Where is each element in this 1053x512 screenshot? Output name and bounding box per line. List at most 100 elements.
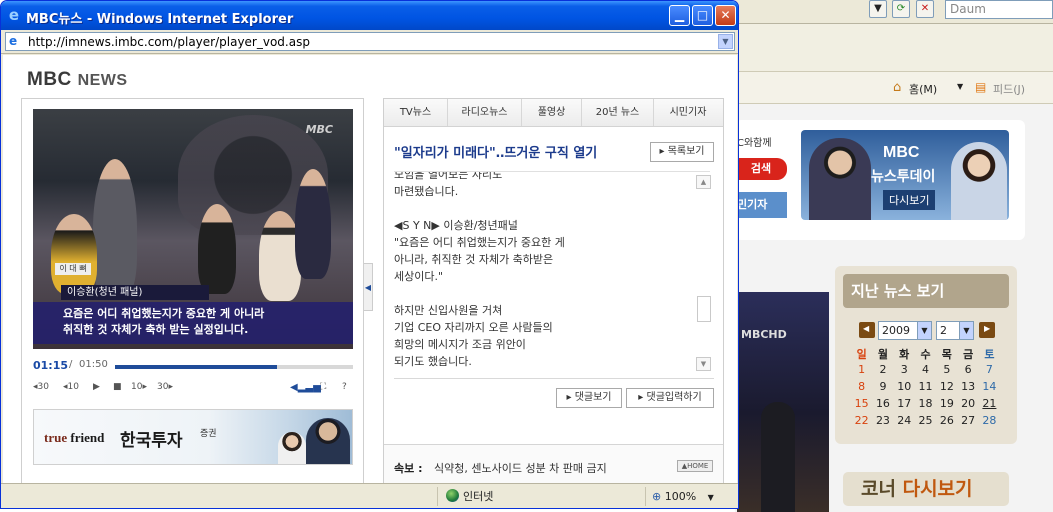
zoom-level: 100% [664, 490, 697, 503]
zoom-icon: ⊕ [652, 490, 662, 503]
calendar-day[interactable]: 23 [872, 414, 893, 431]
stop-icon[interactable]: ✕ [916, 0, 934, 18]
corner-replay-banner[interactable]: 코너 다시보기 [843, 472, 1009, 506]
banner-replay-button[interactable]: 다시보기 [883, 190, 936, 210]
home-icon[interactable]: ⌂ [893, 80, 901, 95]
calendar-day-selected[interactable]: 21 [979, 397, 1000, 414]
chevron-down-icon[interactable]: ▼ [957, 82, 963, 91]
tab-full-video[interactable]: 풀영상 [522, 99, 582, 126]
tab-citizen-reporter[interactable]: 시민기자 [654, 99, 722, 126]
calendar-day[interactable]: 18 [915, 397, 936, 414]
scroll-thumb[interactable] [697, 296, 711, 322]
security-zone[interactable]: 인터넷 [437, 487, 643, 506]
calendar-day[interactable]: 17 [894, 397, 915, 414]
write-comment-button[interactable]: ▸ 댓글입력하기 [626, 388, 714, 408]
scroll-up-icon[interactable]: ▲ [696, 175, 711, 189]
scroll-down-icon[interactable]: ▼ [696, 357, 711, 371]
calendar-day[interactable]: 19 [936, 397, 957, 414]
home-button[interactable]: ▲HOME [677, 460, 713, 472]
tab-20-years-news[interactable]: 20년 뉴스 [582, 99, 654, 126]
next-month-button[interactable]: ▶ [979, 322, 995, 338]
minimize-icon: ▁ [674, 8, 685, 22]
window-titlebar[interactable]: e MBC뉴스 - Windows Internet Explorer ▁ □ … [1, 1, 738, 30]
search-input[interactable]: Daum [945, 0, 1053, 19]
calendar-day[interactable]: 4 [915, 363, 936, 380]
home-button[interactable]: 홈(M) [909, 81, 937, 97]
calendar-day[interactable]: 9 [872, 380, 893, 397]
article-panel: TV뉴스 라디오뉴스 풀영상 20년 뉴스 시민기자 "일자리가 미래다"‥뜨거… [383, 98, 724, 484]
volume-icon[interactable]: ◀▂▃▅ [290, 382, 321, 393]
mbc-news-logo[interactable]: MBC NEWS [27, 69, 128, 91]
calendar-day[interactable]: 7 [979, 363, 1000, 380]
calendar-day[interactable]: 14 [979, 380, 1000, 397]
list-view-button[interactable]: ▸ 목록보기 [650, 142, 714, 162]
calendar-day[interactable]: 20 [957, 397, 978, 414]
stop-button[interactable]: ■ [113, 382, 122, 392]
rewind-30-button[interactable]: ◂30 [33, 382, 49, 392]
advertisement-banner[interactable]: true friend 한국투자 증권 [33, 409, 353, 465]
maximize-button[interactable]: □ [692, 5, 713, 26]
close-button[interactable]: ✕ [715, 5, 736, 26]
panel-toggle[interactable]: ◀ [364, 263, 373, 311]
video-watermark: MBC [305, 123, 333, 136]
calendar-day[interactable]: 15 [851, 397, 872, 414]
minimize-button[interactable]: ▁ [669, 5, 690, 26]
tab-radio-news[interactable]: 라디오뉴스 [448, 99, 522, 126]
zoom-control[interactable]: ⊕ 100% ▼ [645, 487, 737, 506]
chevron-down-icon: ▼ [917, 322, 931, 339]
calendar-day[interactable]: 13 [957, 380, 978, 397]
forward-30-button[interactable]: 30▸ [157, 382, 173, 392]
corner-title-a: 코너 [861, 478, 896, 500]
feed-button[interactable]: 피드(J) [993, 81, 1025, 97]
calendar-day[interactable]: 5 [936, 363, 957, 380]
ad-brand-a: true [44, 430, 68, 445]
calendar-day[interactable]: 27 [957, 414, 978, 431]
forward-10-button[interactable]: 10▸ [131, 382, 147, 392]
article-body[interactable]: 모임을 열어보는 자리도 마련됐습니다. ◀S Y N▶ 이승환/청년패널 "요… [394, 171, 710, 367]
calendar-day[interactable]: 3 [894, 363, 915, 380]
calendar-day[interactable]: 22 [851, 414, 872, 431]
calendar-day[interactable]: 11 [915, 380, 936, 397]
background-search-button[interactable]: 검색 [735, 158, 787, 180]
calendar-day[interactable]: 16 [872, 397, 893, 414]
calendar-day[interactable]: 12 [936, 380, 957, 397]
seek-bar[interactable] [115, 365, 353, 369]
citizen-reporter-link[interactable]: 민기자 [735, 192, 787, 218]
calendar-weekday-row: 일 월 화 수 목 금 토 [851, 346, 1011, 363]
calendar-week-row: 22 23 24 25 26 27 28 [851, 414, 1011, 431]
refresh-icon[interactable]: ⟳ [892, 0, 910, 18]
breaking-news-text[interactable]: 식약청, 센노사이드 성분 차 판매 금지 [434, 460, 607, 476]
help-button[interactable]: ? [342, 382, 347, 392]
speaker-caption: 이승환(청년 패널) [61, 285, 209, 300]
calendar-day[interactable]: 25 [915, 414, 936, 431]
feed-icon[interactable]: ▤ [975, 80, 986, 94]
chevron-down-icon[interactable]: ▼ [718, 34, 733, 49]
calendar-day[interactable]: 28 [979, 414, 1000, 431]
tab-tv-news[interactable]: TV뉴스 [384, 99, 448, 126]
address-field[interactable]: e http://imnews.imbc.com/player/player_v… [5, 32, 735, 51]
calendar-day[interactable]: 8 [851, 380, 872, 397]
prev-month-button[interactable]: ◀ [859, 322, 875, 338]
month-value: 2 [940, 324, 947, 337]
view-comments-button[interactable]: ▸ 댓글보기 [556, 388, 622, 408]
calendar-day[interactable]: 26 [936, 414, 957, 431]
speaker-figure [295, 169, 331, 279]
rewind-10-button[interactable]: ◂10 [63, 382, 79, 392]
calendar-day[interactable]: 1 [851, 363, 872, 380]
calendar-day[interactable]: 6 [957, 363, 978, 380]
article-scrollbar[interactable]: ▲ ▼ [696, 175, 712, 371]
calendar-week-row: 1 2 3 4 5 6 7 [851, 363, 1011, 380]
calendar-day[interactable]: 2 [872, 363, 893, 380]
calendar-day[interactable]: 10 [894, 380, 915, 397]
dropdown-arrow-icon[interactable]: ▼ [869, 0, 887, 18]
news-today-banner[interactable]: MBC 뉴스투데이 다시보기 [801, 130, 1009, 220]
play-button[interactable]: ▶ [93, 382, 100, 392]
fullscreen-button[interactable]: ⛶ [320, 382, 326, 392]
corner-title-b: 다시보기 [902, 478, 973, 500]
video-player[interactable]: MBC 이 대 뼈 이승환(청년 패널) 요즘은 어디 취업했는지가 중요한 게… [33, 109, 353, 349]
year-select[interactable]: 2009 ▼ [878, 321, 932, 340]
month-select[interactable]: 2 ▼ [936, 321, 974, 340]
background-video-thumbnail[interactable]: MBCHD [737, 292, 829, 512]
calendar-day[interactable]: 24 [894, 414, 915, 431]
globe-icon [446, 489, 459, 502]
